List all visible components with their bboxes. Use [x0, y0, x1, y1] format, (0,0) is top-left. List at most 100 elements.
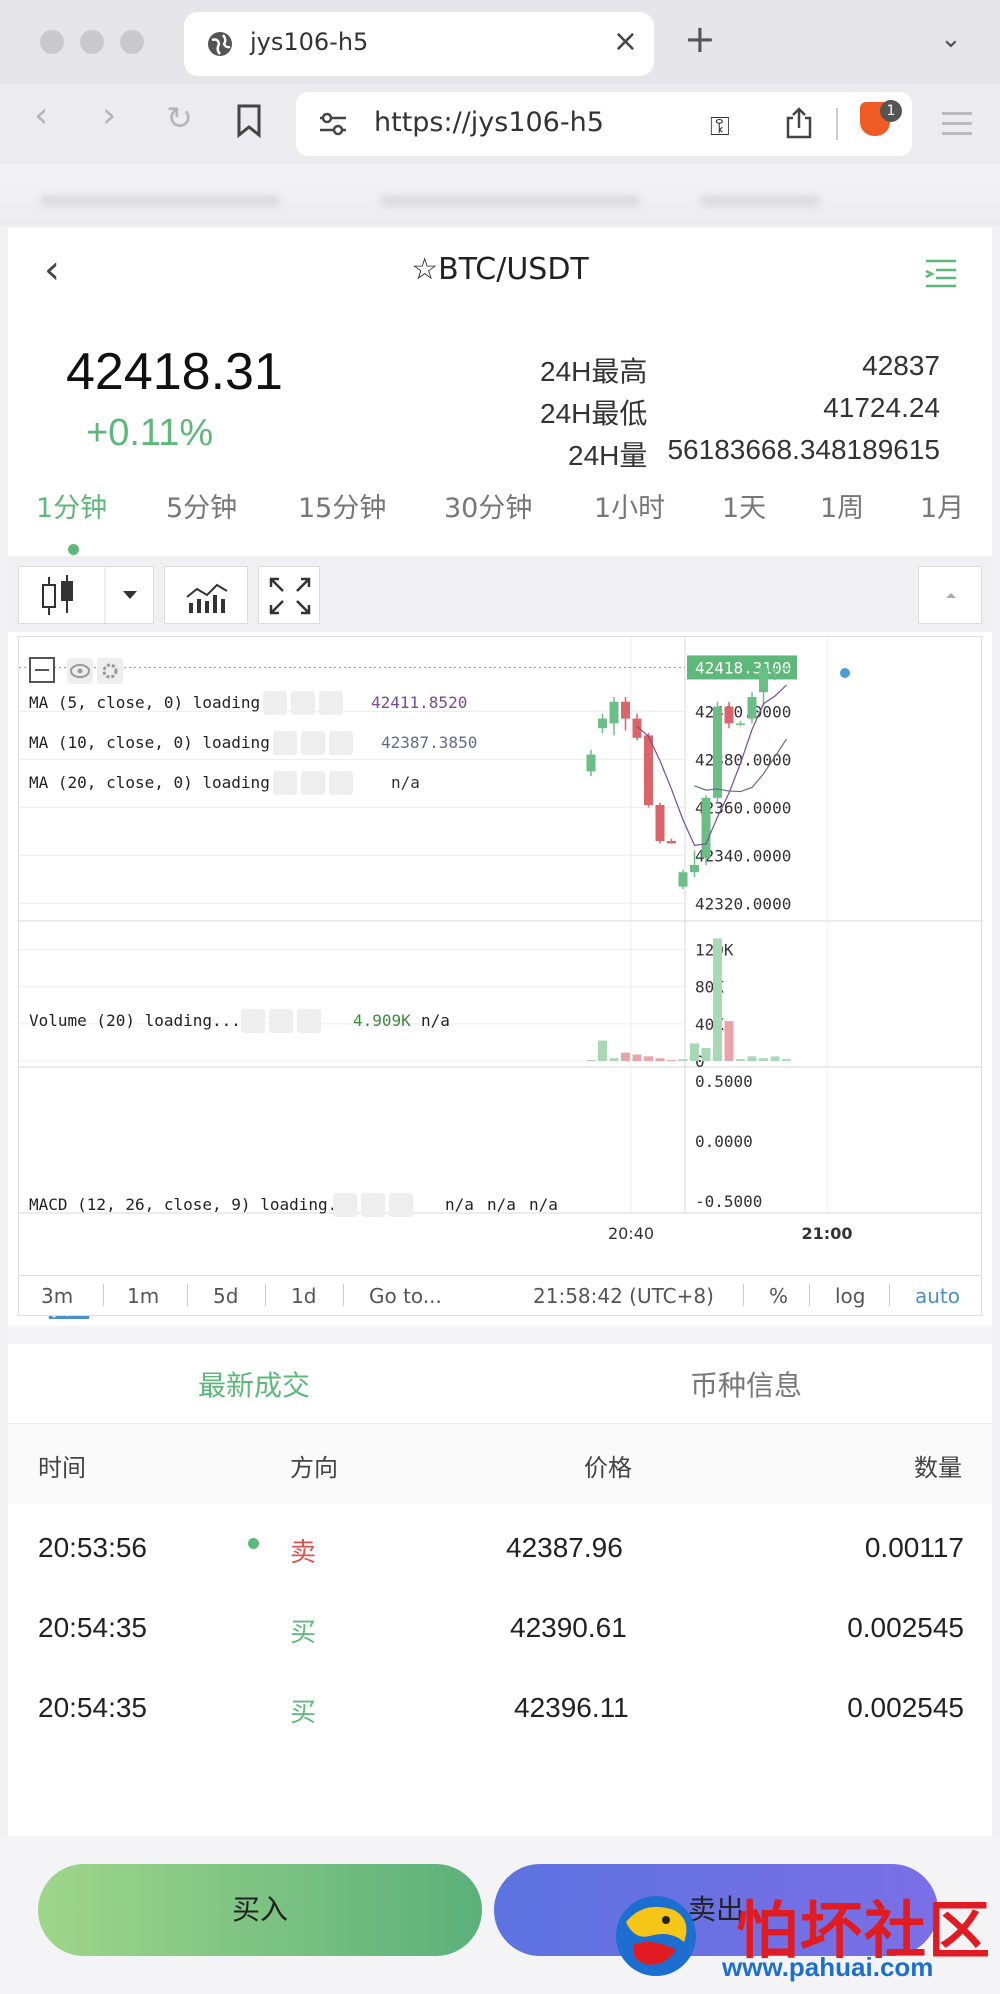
- range-5d[interactable]: 5d: [213, 1284, 238, 1308]
- site-settings-icon[interactable]: [318, 110, 348, 138]
- indicators-button[interactable]: [164, 566, 248, 624]
- window-zoom-dot[interactable]: [120, 30, 144, 54]
- tab-close-icon[interactable]: ×: [613, 24, 638, 59]
- watermark-logo-icon: [616, 1896, 696, 1976]
- ma10-legend-controls[interactable]: [273, 731, 357, 755]
- volume-value: 4.909K: [353, 1011, 411, 1030]
- change-percent: +0.11%: [86, 412, 214, 454]
- browser-tab[interactable]: jys106-h5 ×: [184, 12, 654, 76]
- period-tab[interactable]: 1小时: [594, 486, 665, 525]
- ma5-legend-label: MA (5, close, 0) loading...: [29, 693, 290, 712]
- collapse-chart-button[interactable]: [918, 566, 982, 624]
- period-tab[interactable]: 1天: [722, 486, 766, 525]
- price-tick-label: 42320.0000: [695, 894, 791, 913]
- shield-count-badge: 1: [880, 100, 902, 122]
- volume-bar: [678, 1059, 688, 1061]
- stat-label: 24H量: [568, 440, 648, 471]
- last-price-label: 42418.3100: [695, 658, 791, 677]
- stat-value: 41724.24: [823, 392, 940, 423]
- time-tick-label: 21:00: [802, 1224, 853, 1243]
- forward-arrow-icon[interactable]: ›: [102, 98, 116, 134]
- col-time: 时间: [38, 1454, 86, 1482]
- window-minimize-dot[interactable]: [80, 30, 104, 54]
- period-tab[interactable]: 5分钟: [166, 486, 237, 525]
- trade-time: 20:54:35: [38, 1692, 147, 1723]
- new-tab-button[interactable]: +: [684, 20, 716, 58]
- tab-list-chevron-icon[interactable]: ⌄: [940, 24, 962, 54]
- period-tab[interactable]: 1周: [820, 486, 864, 525]
- trade-section-tabs: 最新成交 币种信息: [8, 1344, 992, 1424]
- trade-time: 20:53:56: [38, 1532, 147, 1563]
- candle-body: [621, 701, 630, 719]
- candle-body: [678, 872, 688, 887]
- macd-legend-controls[interactable]: [333, 1193, 417, 1217]
- bookmark-icon[interactable]: [236, 104, 262, 138]
- fullscreen-button[interactable]: [258, 566, 320, 624]
- candle-body: [586, 754, 596, 772]
- tab-title: jys106-h5: [250, 28, 369, 56]
- address-bar[interactable]: https://jys106-h5 ⚿: [296, 92, 912, 156]
- candle-body: [713, 706, 722, 798]
- period-tab[interactable]: 1分钟: [36, 486, 107, 525]
- table-row: 20:54:35 买 42390.61 0.002545: [8, 1590, 992, 1670]
- reload-icon[interactable]: ↻: [166, 102, 193, 134]
- close-icon: [319, 691, 343, 715]
- favorite-star-icon[interactable]: ☆: [411, 252, 438, 287]
- candle-body: [632, 718, 642, 738]
- period-tab[interactable]: 15分钟: [298, 486, 386, 525]
- volume-bar: [736, 1059, 745, 1061]
- eye-icon: [333, 1193, 357, 1217]
- ma20-legend-controls[interactable]: [273, 771, 357, 795]
- candle-body: [782, 668, 791, 670]
- pair-name: BTC/USDT: [438, 252, 589, 287]
- volume-bar: [632, 1054, 642, 1061]
- volume-bar: [690, 1043, 699, 1061]
- goto-date-button[interactable]: Go to...: [369, 1284, 442, 1308]
- tab-coin-info[interactable]: 币种信息: [690, 1364, 802, 1404]
- range-1d[interactable]: 1d: [291, 1284, 316, 1308]
- candles-icon: [42, 567, 137, 625]
- auto-scale-toggle[interactable]: auto: [915, 1284, 960, 1308]
- range-1m[interactable]: 1m: [127, 1284, 159, 1308]
- ma20-value: n/a: [391, 773, 420, 792]
- eye-icon: [263, 691, 287, 715]
- chart-style-button[interactable]: [18, 566, 154, 625]
- volume-bar: [609, 1058, 619, 1061]
- percent-scale-toggle[interactable]: %: [769, 1284, 788, 1308]
- share-icon[interactable]: [784, 106, 814, 140]
- tab-latest-trades[interactable]: 最新成交: [198, 1364, 310, 1404]
- window-close-dot[interactable]: [40, 30, 64, 54]
- realtime-indicator: [840, 668, 850, 678]
- range-3m[interactable]: 3m: [41, 1284, 73, 1308]
- key-icon[interactable]: ⚿: [710, 112, 730, 143]
- volume-ma-value: n/a: [421, 1011, 450, 1030]
- gear-icon: [291, 691, 315, 715]
- url-text[interactable]: https://jys106-h5: [374, 107, 604, 138]
- candle-body: [655, 805, 665, 841]
- back-arrow-icon[interactable]: ‹: [34, 98, 48, 134]
- volume-bar: [747, 1056, 757, 1061]
- caret-up-icon: [946, 593, 956, 598]
- volume-legend-controls[interactable]: [241, 1009, 325, 1033]
- section-divider: [8, 1326, 992, 1344]
- volume-bar: [770, 1056, 780, 1061]
- period-tab[interactable]: 1月: [920, 486, 964, 525]
- eye-icon: [241, 1009, 265, 1033]
- ma5-value: 42411.8520: [371, 693, 468, 712]
- drawer-menu-icon[interactable]: [924, 258, 958, 288]
- stat-label: 24H最高: [540, 356, 648, 387]
- period-tab[interactable]: 30分钟: [444, 486, 532, 525]
- browser-toolbar: ‹ › ↻ https://jys106-h5 ⚿: [0, 84, 1000, 164]
- log-scale-toggle[interactable]: log: [835, 1284, 866, 1308]
- ma5-legend-controls[interactable]: [263, 691, 347, 715]
- candle-body: [770, 668, 780, 670]
- ma20-legend-label: MA (20, close, 0) loading...: [29, 773, 299, 792]
- volume-bar: [621, 1052, 630, 1061]
- last-price: 42418.31: [66, 343, 283, 401]
- browser-menu-icon[interactable]: [942, 112, 972, 135]
- volume-bar: [644, 1056, 653, 1061]
- clock-timezone[interactable]: 21:58:42 (UTC+8): [533, 1284, 714, 1308]
- trading-app: ‹ ☆BTC/USDT 42418.31 +0.11% 24H最高 42837 …: [8, 228, 992, 1994]
- buy-button[interactable]: 买入: [38, 1864, 482, 1956]
- kline-chart[interactable]: 42400.0000 42380.0000 42360.0000 42340.0000…: [18, 636, 983, 1319]
